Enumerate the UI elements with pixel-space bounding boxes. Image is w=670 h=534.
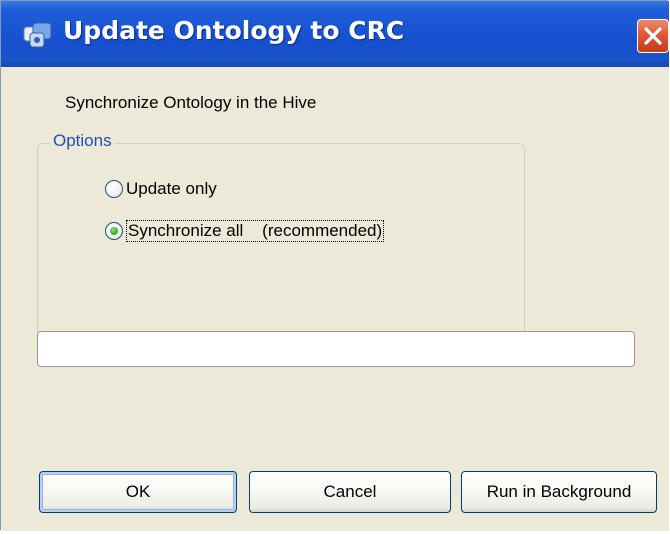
radio-selected-dot <box>110 227 118 235</box>
title-bar[interactable]: Update Ontology to CRC <box>1 1 669 67</box>
radio-button-unchecked[interactable] <box>105 180 123 198</box>
radio-label-synchronize-all: Synchronize all (recommended) <box>126 220 385 242</box>
options-legend: Options <box>50 131 115 151</box>
close-button[interactable] <box>637 19 669 53</box>
cancel-button[interactable]: Cancel <box>249 471 451 513</box>
update-ontology-dialog: Update Ontology to CRC Synchronize Ontol… <box>0 0 669 531</box>
dialog-body: Synchronize Ontology in the Hive Options… <box>1 67 669 531</box>
run-in-background-button[interactable]: Run in Background <box>461 471 657 513</box>
radio-button-checked[interactable] <box>105 222 123 240</box>
dialog-subtitle: Synchronize Ontology in the Hive <box>65 93 317 112</box>
radio-label-update-only: Update only <box>126 179 217 198</box>
radio-update-only[interactable]: Update only <box>105 177 217 201</box>
progress-bar <box>37 331 635 367</box>
dialog-title: Update Ontology to CRC <box>63 16 405 45</box>
ok-button[interactable]: OK <box>39 471 237 513</box>
radio-synchronize-all[interactable]: Synchronize all (recommended) <box>105 219 385 243</box>
ontology-app-icon <box>23 21 53 49</box>
close-icon <box>644 27 662 45</box>
